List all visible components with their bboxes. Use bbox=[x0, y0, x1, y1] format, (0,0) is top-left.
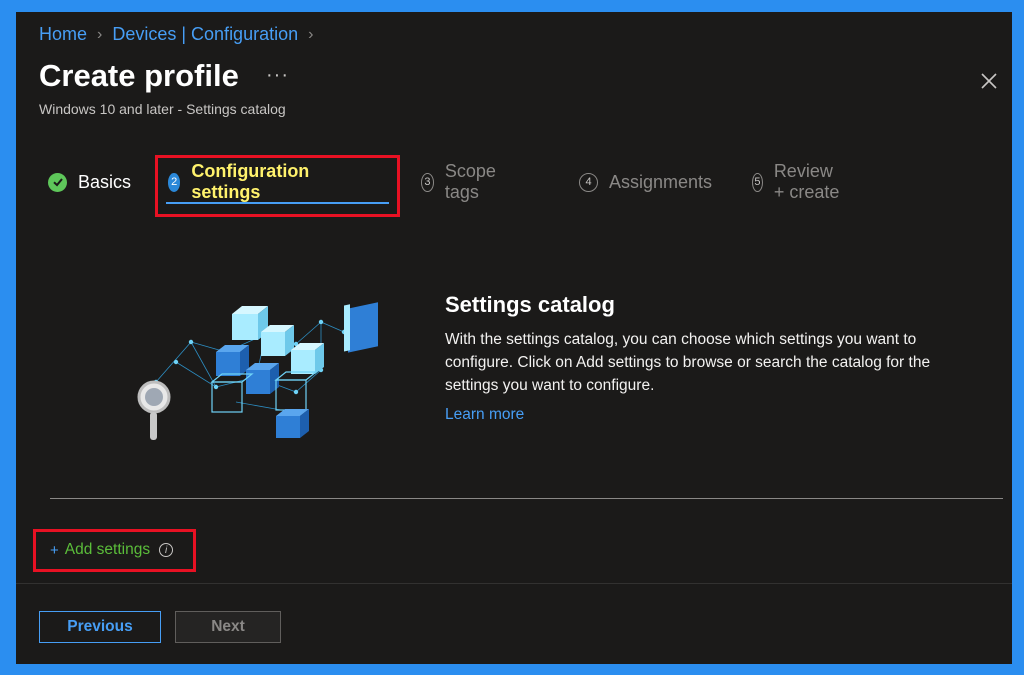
settings-catalog-illustration bbox=[137, 302, 378, 440]
previous-button[interactable]: Previous bbox=[39, 611, 161, 643]
footer-divider bbox=[16, 583, 1012, 584]
highlight-box-configuration-settings bbox=[155, 155, 400, 217]
breadcrumb: Home › Devices | Configuration › bbox=[39, 24, 313, 45]
checkmark-icon bbox=[48, 172, 67, 192]
step-number-badge: 5 bbox=[752, 172, 763, 192]
highlight-box-add-settings bbox=[33, 529, 196, 572]
step-number-badge: 3 bbox=[421, 172, 434, 192]
page-subtitle: Windows 10 and later - Settings catalog bbox=[39, 101, 286, 117]
tab-assignments[interactable]: 4 Assignments bbox=[579, 168, 712, 196]
step-number-badge: 4 bbox=[579, 172, 598, 192]
close-icon bbox=[981, 73, 997, 89]
chevron-right-icon: › bbox=[308, 25, 314, 43]
section-divider bbox=[50, 498, 1003, 499]
tab-scope-tags-label: Scope tags bbox=[444, 161, 496, 202]
breadcrumb-home[interactable]: Home bbox=[39, 24, 87, 45]
catalog-description: With the settings catalog, you can choos… bbox=[445, 331, 931, 394]
learn-more-link[interactable]: Learn more bbox=[445, 406, 524, 424]
page-title: Create profile bbox=[39, 58, 239, 93]
tab-basics[interactable]: Basics bbox=[48, 168, 131, 196]
close-button[interactable] bbox=[976, 68, 1002, 94]
breadcrumb-devices-configuration[interactable]: Devices | Configuration bbox=[112, 24, 298, 45]
tab-review-create-label: Review + create bbox=[773, 161, 840, 202]
catalog-heading: Settings catalog bbox=[445, 292, 615, 317]
create-profile-blade: Home › Devices | Configuration › Create … bbox=[16, 12, 1012, 664]
chevron-right-icon: › bbox=[97, 25, 103, 43]
tab-basics-label: Basics bbox=[78, 171, 132, 192]
tab-scope-tags[interactable]: 3 Scope tags bbox=[421, 161, 502, 202]
tab-review-create[interactable]: 5 Review + create bbox=[752, 161, 841, 202]
more-options-icon[interactable]: ··· bbox=[266, 64, 289, 87]
tab-assignments-label: Assignments bbox=[609, 171, 713, 192]
magnifier-icon bbox=[137, 380, 171, 440]
next-button[interactable]: Next bbox=[175, 611, 281, 643]
